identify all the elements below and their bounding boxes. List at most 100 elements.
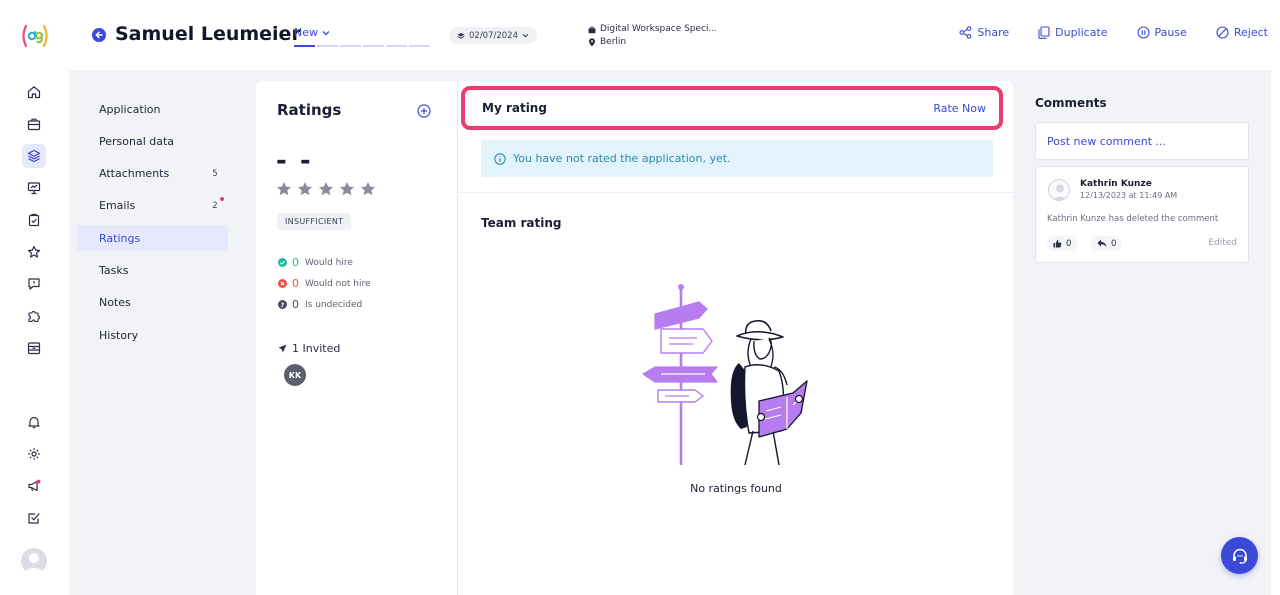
nav-item-label: Attachments (99, 167, 170, 181)
puzzle-icon[interactable] (22, 304, 46, 328)
comment-card: Kathrin Kunze 12/13/2023 at 11:49 AM Kat… (1035, 166, 1249, 263)
pause-icon (1136, 26, 1150, 39)
comments-panel: Comments Post new comment ... Kathrin Ku… (1035, 96, 1249, 263)
share-icon (959, 26, 972, 39)
duplicate-icon (1038, 26, 1050, 39)
check-circle-icon (278, 258, 287, 267)
would-not-hire-label: Would not hire (305, 278, 371, 289)
checkbox-icon[interactable] (22, 506, 46, 530)
invited-row[interactable]: 1 Invited (278, 342, 340, 355)
comments-title: Comments (1035, 96, 1107, 110)
would-hire-label: Would hire (305, 257, 353, 268)
nav-item-application[interactable]: Application (77, 96, 228, 122)
layers-icon[interactable] (22, 144, 46, 168)
share-button[interactable]: Share (959, 26, 1009, 39)
chevron-down-icon (322, 30, 330, 35)
nav-item-tasks[interactable]: Tasks (77, 257, 228, 283)
home-icon[interactable] (22, 80, 46, 104)
chevron-down-icon (522, 33, 529, 38)
nav-item-ratings[interactable]: Ratings (77, 225, 228, 252)
svg-text:?: ? (281, 301, 285, 309)
nav-item-label: Application (99, 102, 161, 116)
duplicate-button[interactable]: Duplicate (1038, 26, 1108, 39)
star-empty-icon (298, 182, 312, 196)
megaphone-icon[interactable] (22, 474, 46, 498)
section-nav: Application Personal data Attachments 5 E… (77, 96, 228, 354)
team-rating-title: Team rating (481, 216, 562, 230)
reply-button[interactable]: 0 (1091, 236, 1123, 251)
verdict-undecided: ? 0 Is undecided (278, 294, 371, 315)
star-icon[interactable] (22, 240, 46, 264)
ratings-summary-panel: Ratings - - INSUFFICIENT 0 Would hire 0 … (256, 81, 457, 595)
star-empty-icon (319, 182, 333, 196)
archive-icon[interactable] (22, 336, 46, 360)
status-progress (294, 45, 430, 47)
back-icon[interactable] (92, 28, 106, 42)
scrollbar[interactable] (1271, 70, 1280, 595)
nav-item-label: Notes (99, 296, 131, 310)
rate-now-link[interactable]: Rate Now (933, 102, 986, 115)
reply-icon (1097, 239, 1107, 248)
main-content: Application Personal data Attachments 5 E… (69, 70, 1280, 595)
gear-icon[interactable] (22, 442, 46, 466)
thumbs-up-icon (1053, 239, 1062, 248)
ratings-title: Ratings (277, 101, 342, 119)
not-rated-info: You have not rated the application, yet. (481, 140, 993, 177)
info-icon (494, 152, 506, 165)
nav-item-history[interactable]: History (77, 322, 228, 348)
empty-state-illustration-icon (642, 284, 808, 466)
question-circle-icon: ? (278, 300, 287, 309)
nav-item-notes[interactable]: Notes (77, 290, 228, 316)
new-comment-input[interactable]: Post new comment ... (1035, 122, 1249, 160)
bell-icon[interactable] (22, 410, 46, 434)
not-rated-text: You have not rated the application, yet. (513, 152, 731, 165)
presentation-icon[interactable] (22, 176, 46, 200)
comment-author: Kathrin Kunze (1080, 179, 1152, 189)
date-dropdown[interactable]: 02/07/2024 (449, 27, 537, 44)
like-count: 0 (1066, 238, 1072, 249)
location-pin-icon (589, 38, 595, 47)
nav-item-personal-data[interactable]: Personal data (77, 128, 228, 154)
support-chat-button[interactable] (1221, 537, 1258, 574)
comment-author-avatar (1048, 179, 1070, 201)
briefcase-icon[interactable] (22, 112, 46, 136)
verdict-would-not-hire: 0 Would not hire (278, 273, 371, 294)
status-dropdown[interactable]: New (294, 26, 330, 39)
unread-dot (220, 196, 224, 201)
my-rating-header: My rating Rate Now (461, 86, 1003, 130)
job-title: Digital Workspace Speci... (600, 24, 718, 34)
status-label: New (294, 26, 318, 39)
clipboard-check-icon[interactable] (22, 208, 46, 232)
rating-level-badge: INSUFFICIENT (277, 213, 352, 230)
candidate-name: Samuel Leumeier (115, 23, 301, 45)
reject-button[interactable]: Reject (1216, 26, 1268, 39)
icon-rail (0, 70, 69, 595)
layers-small-icon (457, 32, 465, 39)
comment-date: 12/13/2023 at 11:49 AM (1080, 191, 1178, 200)
no-ratings-text: No ratings found (690, 482, 782, 495)
job-info[interactable]: Digital Workspace Speci... Berlin (588, 23, 717, 49)
top-bar: Samuel Leumeier New 02/07/2024 Digital W… (0, 0, 1280, 70)
verdict-would-hire: 0 Would hire (278, 252, 371, 273)
invited-user-avatar[interactable]: KK (284, 364, 306, 386)
headset-icon (1232, 548, 1247, 564)
nav-item-label: Emails (99, 199, 136, 213)
nav-item-label: Personal data (99, 134, 175, 148)
attachments-count-badge: 5 (208, 166, 222, 181)
user-avatar[interactable] (21, 548, 47, 574)
my-rating-title: My rating (482, 101, 547, 115)
share-label: Share (977, 26, 1010, 39)
reject-label: Reject (1233, 26, 1268, 39)
company-logo-icon[interactable] (20, 22, 50, 50)
nav-item-emails[interactable]: Emails 2 (77, 193, 228, 219)
nav-item-attachments[interactable]: Attachments 5 (77, 161, 228, 187)
message-icon[interactable] (22, 272, 46, 296)
verdict-list: 0 Would hire 0 Would not hire ? 0 Is und… (278, 252, 371, 315)
date-value: 02/07/2024 (469, 30, 518, 41)
nav-item-label: Tasks (99, 263, 129, 277)
like-button[interactable]: 0 (1047, 236, 1078, 251)
invited-label: 1 Invited (292, 342, 341, 355)
x-circle-icon (278, 279, 287, 288)
add-circle-icon[interactable] (417, 104, 431, 118)
pause-button[interactable]: Pause (1136, 26, 1187, 39)
